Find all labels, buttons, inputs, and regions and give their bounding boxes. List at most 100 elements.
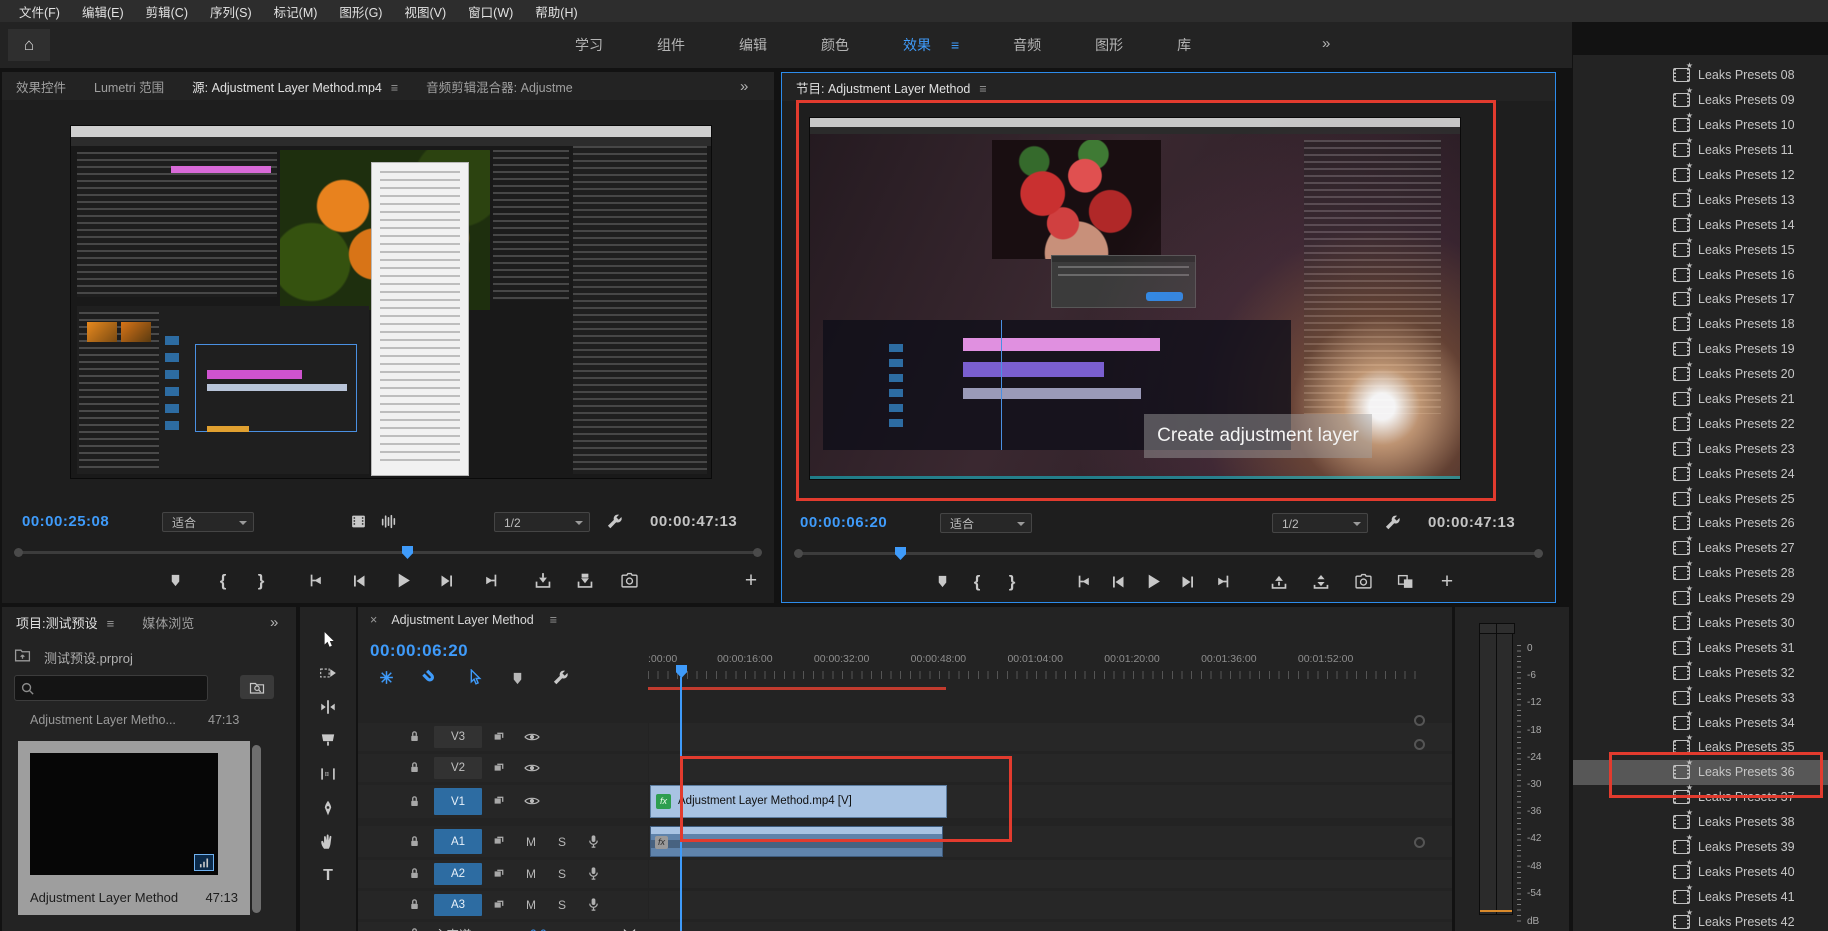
- bowtie-pan-icon[interactable]: [622, 925, 637, 931]
- mark-out-icon[interactable]: }: [999, 569, 1025, 595]
- track-name[interactable]: V3: [434, 726, 482, 748]
- settings-wrench-icon[interactable]: [1384, 514, 1401, 532]
- preset-item[interactable]: Leaks Presets 18: [1573, 312, 1828, 337]
- step-forward-icon[interactable]: [1175, 569, 1201, 595]
- preset-item[interactable]: Leaks Presets 42: [1573, 909, 1828, 931]
- toggle-visibility-eye-icon[interactable]: [524, 759, 540, 777]
- workspace-tab[interactable]: 效果: [876, 22, 986, 68]
- type-tool[interactable]: T: [314, 863, 342, 889]
- project-overflow-chevron[interactable]: »: [270, 614, 278, 631]
- step-back-icon[interactable]: [1105, 569, 1131, 595]
- program-current-timecode[interactable]: 00:00:06:20: [800, 514, 887, 531]
- sync-lock-icon[interactable]: [492, 728, 506, 746]
- panel-tab[interactable]: 项目:测试预设: [2, 613, 128, 632]
- preset-item[interactable]: Leaks Presets 24: [1573, 461, 1828, 486]
- mute-button[interactable]: M: [526, 898, 536, 912]
- preset-item[interactable]: Leaks Presets 28: [1573, 561, 1828, 586]
- solo-button[interactable]: S: [558, 898, 566, 912]
- track-lane[interactable]: [649, 891, 1452, 919]
- workspace-tab[interactable]: 图形: [1068, 22, 1150, 68]
- preset-item[interactable]: Leaks Presets 27: [1573, 536, 1828, 561]
- mark-in-icon[interactable]: {: [964, 569, 990, 595]
- menu-item[interactable]: 序列(S): [199, 2, 263, 21]
- selected-project-item[interactable]: Adjustment Layer Method 47:13: [18, 741, 250, 915]
- sync-lock-icon[interactable]: [492, 793, 506, 811]
- sequence-thumbnail[interactable]: [30, 753, 218, 875]
- mic-record-icon[interactable]: [586, 865, 601, 883]
- preset-item[interactable]: Leaks Presets 39: [1573, 835, 1828, 860]
- track-name[interactable]: A1: [434, 829, 482, 854]
- panel-tab[interactable]: Lumetri 范围: [80, 77, 178, 96]
- scroll-handle[interactable]: [1414, 837, 1425, 848]
- sync-lock-icon[interactable]: [492, 759, 506, 777]
- drag-audio-icon[interactable]: [380, 513, 397, 531]
- extract-icon[interactable]: [1308, 569, 1334, 595]
- menu-item[interactable]: 视图(V): [393, 2, 457, 21]
- nest-toggle-icon[interactable]: [378, 669, 395, 687]
- preset-item[interactable]: Leaks Presets 17: [1573, 287, 1828, 312]
- preset-item[interactable]: Leaks Presets 23: [1573, 436, 1828, 461]
- preset-item[interactable]: Leaks Presets 29: [1573, 586, 1828, 611]
- drag-video-icon[interactable]: [350, 513, 367, 531]
- solo-button[interactable]: S: [558, 835, 566, 849]
- project-scrollbar[interactable]: [252, 745, 261, 913]
- menu-item[interactable]: 剪辑(C): [135, 2, 199, 21]
- program-zoom-select[interactable]: 适合: [940, 513, 1032, 533]
- home-icon[interactable]: ⌂: [8, 29, 50, 61]
- menu-item[interactable]: 标记(M): [263, 2, 329, 21]
- source-resolution-select[interactable]: 1/2: [494, 512, 590, 532]
- preset-item[interactable]: Leaks Presets 08: [1573, 63, 1828, 88]
- export-frame-icon[interactable]: [1350, 569, 1376, 595]
- sync-lock-icon[interactable]: [492, 865, 506, 883]
- preset-item[interactable]: Leaks Presets 21: [1573, 387, 1828, 412]
- master-level-value[interactable]: 0.0: [530, 927, 547, 931]
- program-scrubber[interactable]: [782, 544, 1555, 564]
- close-icon[interactable]: ×: [370, 613, 377, 627]
- mic-record-icon[interactable]: [586, 833, 601, 851]
- preset-item[interactable]: Leaks Presets 38: [1573, 810, 1828, 835]
- scroll-handle[interactable]: [1414, 715, 1425, 726]
- preset-item[interactable]: Leaks Presets 41: [1573, 884, 1828, 909]
- workspace-tab[interactable]: 学习: [548, 22, 630, 68]
- export-frame-icon[interactable]: [616, 568, 642, 594]
- pen-tool[interactable]: [314, 795, 342, 821]
- timeline-timecode[interactable]: 00:00:06:20: [370, 641, 468, 661]
- preset-item[interactable]: Leaks Presets 30: [1573, 611, 1828, 636]
- go-to-out-icon[interactable]: [1210, 569, 1236, 595]
- preset-item[interactable]: Leaks Presets 31: [1573, 635, 1828, 660]
- workspace-tab[interactable]: 颜色: [794, 22, 876, 68]
- menu-item[interactable]: 编辑(E): [71, 2, 135, 21]
- track-select-forward-tool[interactable]: [314, 660, 342, 686]
- linked-selection-icon[interactable]: [466, 669, 483, 687]
- mic-record-icon[interactable]: [586, 896, 601, 914]
- timeline-ruler[interactable]: :00:0000:00:16:0000:00:32:0000:00:48:000…: [648, 653, 1422, 667]
- search-input[interactable]: [41, 677, 205, 699]
- source-overflow-chevron[interactable]: »: [740, 78, 748, 95]
- preset-item[interactable]: Leaks Presets 13: [1573, 187, 1828, 212]
- ripple-edit-tool[interactable]: [314, 694, 342, 720]
- insert-icon[interactable]: [530, 568, 556, 594]
- add-marker-icon[interactable]: [162, 568, 188, 594]
- track-name[interactable]: A2: [434, 863, 482, 885]
- panel-tab[interactable]: 媒体浏览: [128, 613, 208, 632]
- project-breadcrumb[interactable]: 测试预设.prproj: [44, 648, 133, 667]
- workspace-tab[interactable]: 组件: [630, 22, 712, 68]
- program-playhead[interactable]: [895, 547, 906, 560]
- track-lane[interactable]: [649, 723, 1452, 751]
- preset-item[interactable]: Leaks Presets 12: [1573, 163, 1828, 188]
- sync-lock-icon[interactable]: [492, 833, 506, 851]
- preset-item[interactable]: Leaks Presets 40: [1573, 860, 1828, 885]
- preset-item[interactable]: Leaks Presets 25: [1573, 486, 1828, 511]
- toggle-visibility-eye-icon[interactable]: [524, 728, 540, 746]
- play-icon[interactable]: [390, 568, 416, 594]
- step-back-icon[interactable]: [346, 568, 372, 594]
- source-scrubber[interactable]: [2, 543, 774, 563]
- step-forward-icon[interactable]: [434, 568, 460, 594]
- workspace-tab[interactable]: 音频: [986, 22, 1068, 68]
- program-title-tab[interactable]: 节目: Adjustment Layer Method: [782, 78, 1001, 97]
- lock-icon[interactable]: [408, 759, 421, 777]
- panel-menu-icon[interactable]: ≡: [550, 613, 557, 627]
- preset-item[interactable]: Leaks Presets 26: [1573, 511, 1828, 536]
- settings-wrench-icon[interactable]: [606, 513, 623, 531]
- preset-item[interactable]: Leaks Presets 32: [1573, 660, 1828, 685]
